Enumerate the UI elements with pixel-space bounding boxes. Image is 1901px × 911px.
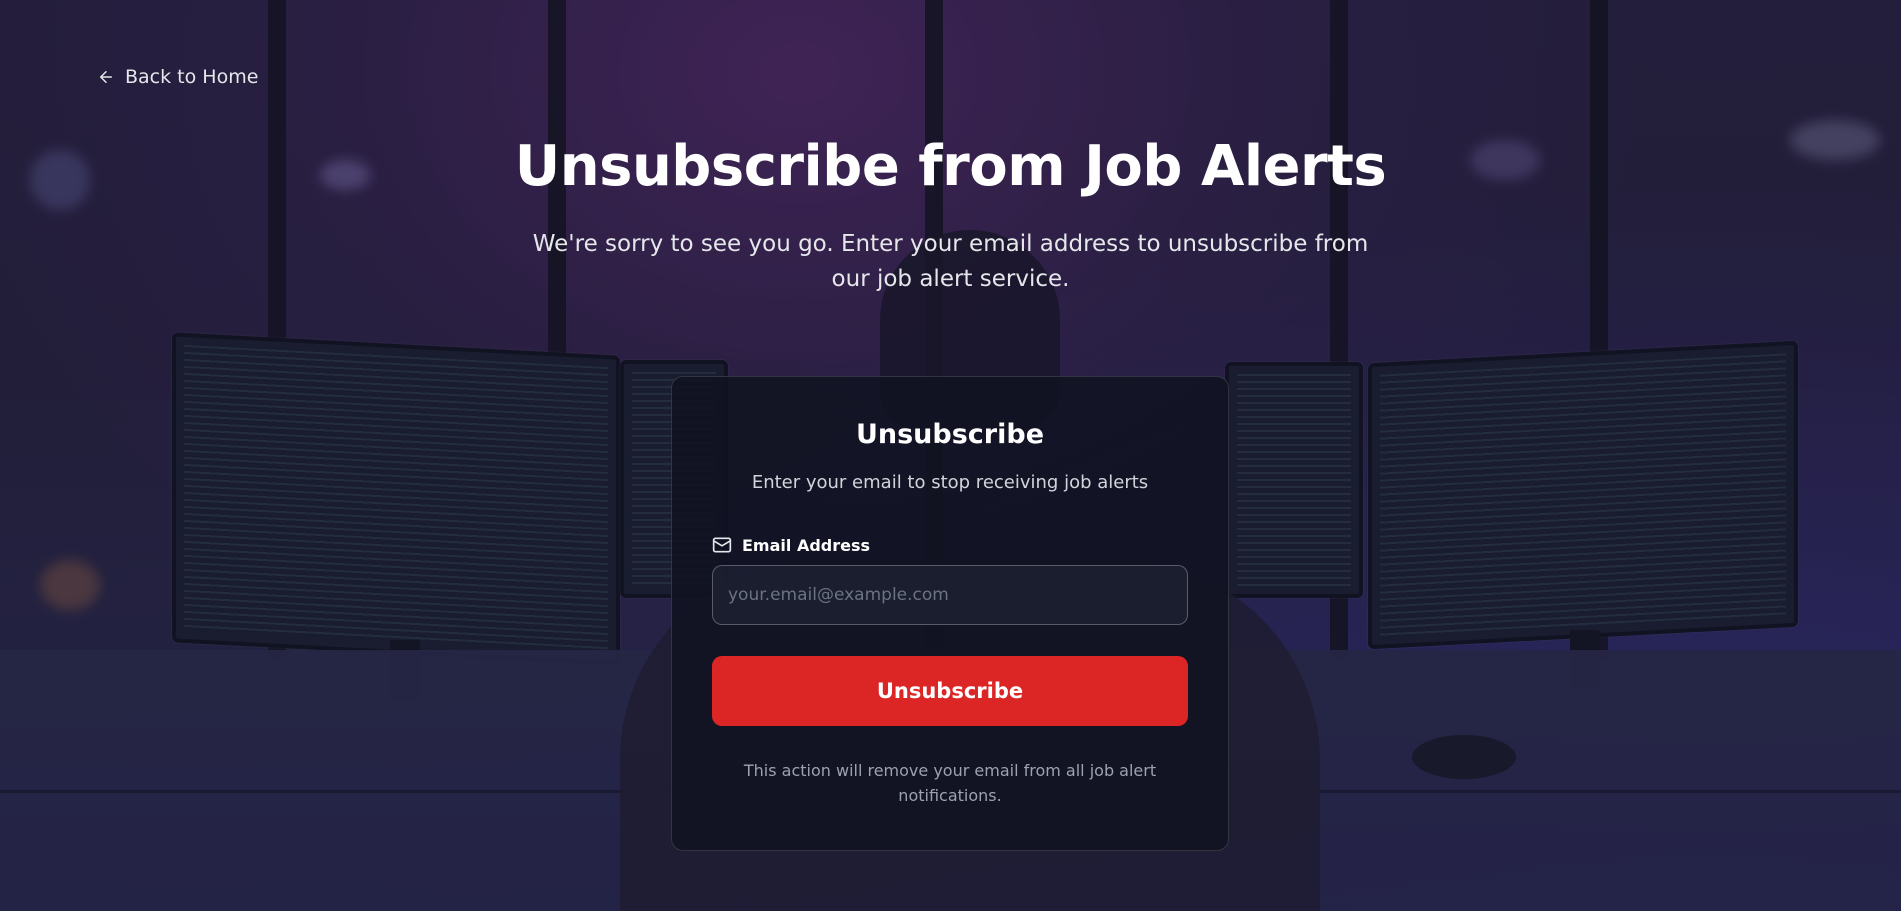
arrow-left-icon: [97, 68, 115, 86]
email-field-label: Email Address: [712, 535, 1188, 555]
page-title: Unsubscribe from Job Alerts: [514, 134, 1387, 199]
mail-icon: [712, 535, 732, 555]
email-field[interactable]: [712, 565, 1188, 625]
disclaimer-text: This action will remove your email from …: [743, 761, 1157, 805]
card-title: Unsubscribe: [855, 419, 1045, 450]
unsubscribe-button[interactable]: Unsubscribe: [712, 656, 1188, 726]
back-to-home-link[interactable]: Back to Home: [97, 66, 258, 88]
email-label-text: Email Address: [742, 535, 871, 555]
unsubscribe-card: Unsubscribe Enter your email to stop rec…: [671, 376, 1229, 851]
page-subtitle: We're sorry to see you go. Enter your em…: [532, 231, 1369, 292]
page: Back to Home Unsubscribe from Job Alerts…: [0, 0, 1901, 911]
back-to-home-label: Back to Home: [125, 66, 259, 88]
card-subtitle: Enter your email to stop receiving job a…: [751, 472, 1149, 493]
